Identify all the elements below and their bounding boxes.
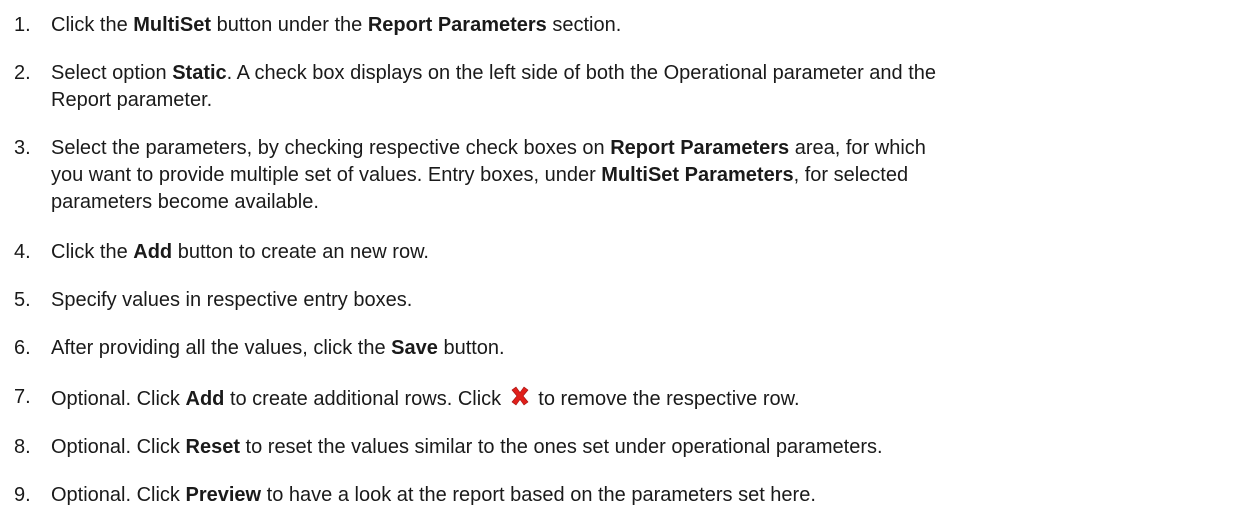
list-item: 4. Click the Add button to create an new … [0,239,1230,266]
step-text: button. [437,337,505,359]
ui-term: Static [172,62,227,84]
step-text: Report parameter. [51,89,213,111]
step-text-line: you want to provide multiple set of valu… [51,162,908,189]
step-text: to create additional rows. Click [224,388,507,410]
remove-x-icon [508,384,532,408]
step-text: button to create an new row. [172,241,429,263]
step-text: area, for which [789,137,926,159]
step-text-line: Select option Static. A check box displa… [51,60,936,87]
list-item: 2. Select option Static. A check box disp… [0,60,1230,114]
list-item: 3. Select the parameters, by checking res… [0,135,1230,216]
list-item: 7. Optional. Click Add to create addition… [0,384,1230,411]
step-text: , for selected [793,164,909,186]
step-text: to have a look at the report based on th… [261,484,816,506]
step-text: Optional. Click [51,388,186,410]
step-text: parameters become available. [51,191,319,213]
ui-term: MultiSet Parameters [601,164,794,186]
step-text: Optional. Click [51,436,186,458]
ui-term: Report Parameters [610,137,790,159]
step-text: . A check box displays on the left side … [226,62,937,84]
ui-term: Preview [185,484,262,506]
step-number: 7. [14,386,31,408]
ui-term: Add [185,388,225,410]
step-number: 8. [14,436,31,458]
step-number: 9. [14,484,31,506]
list-item: 8. Optional. Click Reset to reset the val… [0,434,1230,461]
step-text-line: Click the MultiSet button under the Repo… [51,12,621,39]
step-text: section. [546,14,622,36]
ui-term: Report Parameters [367,14,547,36]
step-number: 2. [14,62,31,84]
step-number: 1. [14,14,31,36]
ui-term: Add [133,241,173,263]
step-text-line: Optional. Click Reset to reset the value… [51,434,883,461]
step-text-line: Optional. Click Preview to have a look a… [51,482,816,509]
step-text: After providing all the values, click th… [51,337,392,359]
instruction-list: 1. Click the MultiSet button under the Re… [0,0,1252,513]
step-text: Click the [51,14,134,36]
step-text-line: Optional. Click Add to create additional… [51,384,800,413]
step-text-line: parameters become available. [51,189,319,216]
ui-term: Reset [185,436,240,458]
step-text: you want to provide multiple set of valu… [51,164,602,186]
list-item: 5. Specify values in respective entry box… [0,287,1230,314]
list-item: 1. Click the MultiSet button under the Re… [0,12,1230,39]
ui-term: Save [391,337,438,359]
step-text-line: Specify values in respective entry boxes… [51,287,412,314]
step-number: 6. [14,337,31,359]
step-text: button under the [211,14,368,36]
step-text: Select option [51,62,173,84]
list-item: 9. Optional. Click Preview to have a look… [0,482,1230,509]
step-text: to remove the respective row. [532,388,800,410]
step-text: to reset the values similar to the ones … [239,436,883,458]
step-text-line: Select the parameters, by checking respe… [51,135,926,162]
step-number: 5. [14,289,31,311]
step-number: 3. [14,137,31,159]
step-number: 4. [14,241,31,263]
step-text: Specify values in respective entry boxes… [51,289,413,311]
step-text-line: Report parameter. [51,87,212,114]
ui-term: MultiSet [133,14,212,36]
step-text: Optional. Click [51,484,186,506]
step-text: Select the parameters, by checking respe… [51,137,611,159]
list-item: 6. After providing all the values, click … [0,335,1230,362]
step-text: Click the [51,241,134,263]
step-text-line: After providing all the values, click th… [51,335,505,362]
step-text-line: Click the Add button to create an new ro… [51,239,429,266]
